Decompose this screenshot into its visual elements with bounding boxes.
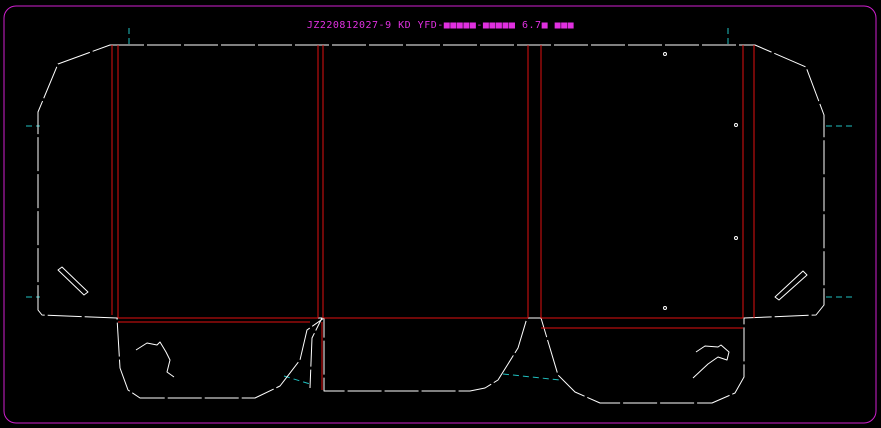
perf-hole — [663, 306, 667, 310]
thumb-hook-right — [692, 344, 730, 379]
thumb-hook-left — [135, 341, 175, 378]
outer-cut-outline — [37, 44, 825, 404]
perf-hole — [663, 52, 667, 56]
perf-hole — [734, 236, 738, 240]
cut-lines — [37, 44, 825, 404]
guide-marks — [26, 28, 852, 385]
dieline-canvas — [3, 5, 877, 424]
tuck-slot-right — [774, 270, 808, 301]
crease-lines — [111, 45, 755, 390]
tuck-slot-left — [57, 266, 89, 296]
perf-hole — [734, 123, 738, 127]
drawing-title: JZ220812027-9 KD YFD-■■■■■-■■■■■ 6.7■ ■■… — [306, 20, 575, 31]
drawing-frame — [3, 5, 877, 424]
bottom-flap-edge — [117, 317, 323, 389]
